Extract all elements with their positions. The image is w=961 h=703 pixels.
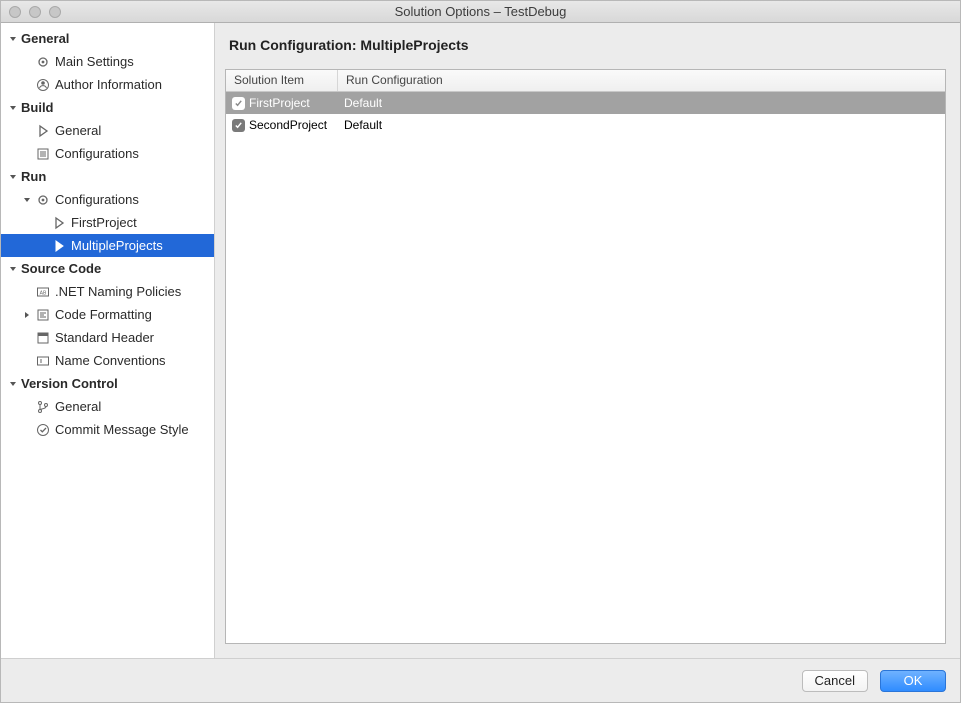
tree-label: Version Control xyxy=(21,376,118,391)
run-config-table: Solution Item Run Configuration FirstPro… xyxy=(225,69,946,644)
page-heading: Run Configuration: MultipleProjects xyxy=(225,37,946,53)
cell-solution-item: FirstProject xyxy=(249,96,310,110)
tree-label: Configurations xyxy=(55,192,139,207)
gear-icon xyxy=(35,55,51,69)
tree-item-build-general[interactable]: General xyxy=(1,119,214,142)
cell-run-config: Default xyxy=(344,118,382,132)
table-row[interactable]: SecondProject Default xyxy=(226,114,945,136)
chevron-right-icon xyxy=(21,311,33,319)
svg-text:AB: AB xyxy=(40,290,47,296)
tree-item-commit-style[interactable]: Commit Message Style xyxy=(1,418,214,441)
dialog-body: General Main Settings Author Information… xyxy=(1,23,960,658)
chevron-down-icon xyxy=(7,35,19,43)
tree-section-general[interactable]: General xyxy=(1,27,214,50)
solution-options-window: Solution Options – TestDebug General Mai… xyxy=(0,0,961,703)
table-row[interactable]: FirstProject Default xyxy=(226,92,945,114)
rename-icon xyxy=(35,354,51,368)
chevron-down-icon xyxy=(21,196,33,204)
tree-item-code-formatting[interactable]: Code Formatting xyxy=(1,303,214,326)
tree-item-name-conventions[interactable]: Name Conventions xyxy=(1,349,214,372)
chevron-down-icon xyxy=(7,173,19,181)
table-body: FirstProject Default SecondProject Defau… xyxy=(226,92,945,643)
tree-label: Source Code xyxy=(21,261,101,276)
tree-item-main-settings[interactable]: Main Settings xyxy=(1,50,214,73)
window-controls xyxy=(1,6,61,18)
tree-section-source-code[interactable]: Source Code xyxy=(1,257,214,280)
tree-label: .NET Naming Policies xyxy=(55,284,181,299)
tree-item-standard-header[interactable]: Standard Header xyxy=(1,326,214,349)
chevron-down-icon xyxy=(7,265,19,273)
list-icon xyxy=(35,147,51,161)
dialog-footer: Cancel OK xyxy=(1,658,960,702)
tree-item-net-naming[interactable]: AB .NET Naming Policies xyxy=(1,280,214,303)
tree-label: Name Conventions xyxy=(55,353,166,368)
options-tree[interactable]: General Main Settings Author Information… xyxy=(1,23,215,658)
tree-item-first-project[interactable]: FirstProject xyxy=(1,211,214,234)
checkbox-icon[interactable] xyxy=(232,119,245,132)
tree-label: General xyxy=(21,31,69,46)
tree-label: Configurations xyxy=(55,146,139,161)
tree-section-build[interactable]: Build xyxy=(1,96,214,119)
tree-label: Author Information xyxy=(55,77,162,92)
tree-label: FirstProject xyxy=(71,215,137,230)
play-icon xyxy=(51,216,67,230)
tree-label: General xyxy=(55,123,101,138)
tree-section-version-control[interactable]: Version Control xyxy=(1,372,214,395)
tree-label: Commit Message Style xyxy=(55,422,189,437)
cell-run-config: Default xyxy=(344,96,382,110)
cancel-button[interactable]: Cancel xyxy=(802,670,868,692)
chevron-down-icon xyxy=(7,104,19,112)
main-panel: Run Configuration: MultipleProjects Solu… xyxy=(215,23,960,658)
chevron-down-icon xyxy=(7,380,19,388)
checkbox-icon[interactable] xyxy=(232,97,245,110)
play-icon xyxy=(51,239,67,253)
cell-solution-item: SecondProject xyxy=(249,118,327,132)
tree-label: Build xyxy=(21,100,54,115)
zoom-button[interactable] xyxy=(49,6,61,18)
play-icon xyxy=(35,124,51,138)
check-circle-icon xyxy=(35,423,51,437)
window-title: Solution Options – TestDebug xyxy=(1,4,960,19)
header-icon xyxy=(35,331,51,345)
table-header: Solution Item Run Configuration xyxy=(226,70,945,92)
tree-item-run-configurations[interactable]: Configurations xyxy=(1,188,214,211)
tree-label: Standard Header xyxy=(55,330,154,345)
gear-icon xyxy=(35,193,51,207)
tree-item-author-info[interactable]: Author Information xyxy=(1,73,214,96)
tree-item-build-configurations[interactable]: Configurations xyxy=(1,142,214,165)
column-header-solution-item[interactable]: Solution Item xyxy=(226,70,338,91)
tree-label: General xyxy=(55,399,101,414)
close-button[interactable] xyxy=(9,6,21,18)
tree-label: Run xyxy=(21,169,46,184)
format-icon xyxy=(35,308,51,322)
branch-icon xyxy=(35,400,51,414)
titlebar: Solution Options – TestDebug xyxy=(1,1,960,23)
tree-label: Code Formatting xyxy=(55,307,152,322)
tree-label: Main Settings xyxy=(55,54,134,69)
ok-button[interactable]: OK xyxy=(880,670,946,692)
minimize-button[interactable] xyxy=(29,6,41,18)
tree-label: MultipleProjects xyxy=(71,238,163,253)
tree-item-multiple-projects[interactable]: MultipleProjects xyxy=(1,234,214,257)
tree-section-run[interactable]: Run xyxy=(1,165,214,188)
person-icon xyxy=(35,78,51,92)
tree-item-vc-general[interactable]: General xyxy=(1,395,214,418)
abc-icon: AB xyxy=(35,285,51,299)
column-header-run-configuration[interactable]: Run Configuration xyxy=(338,70,945,91)
